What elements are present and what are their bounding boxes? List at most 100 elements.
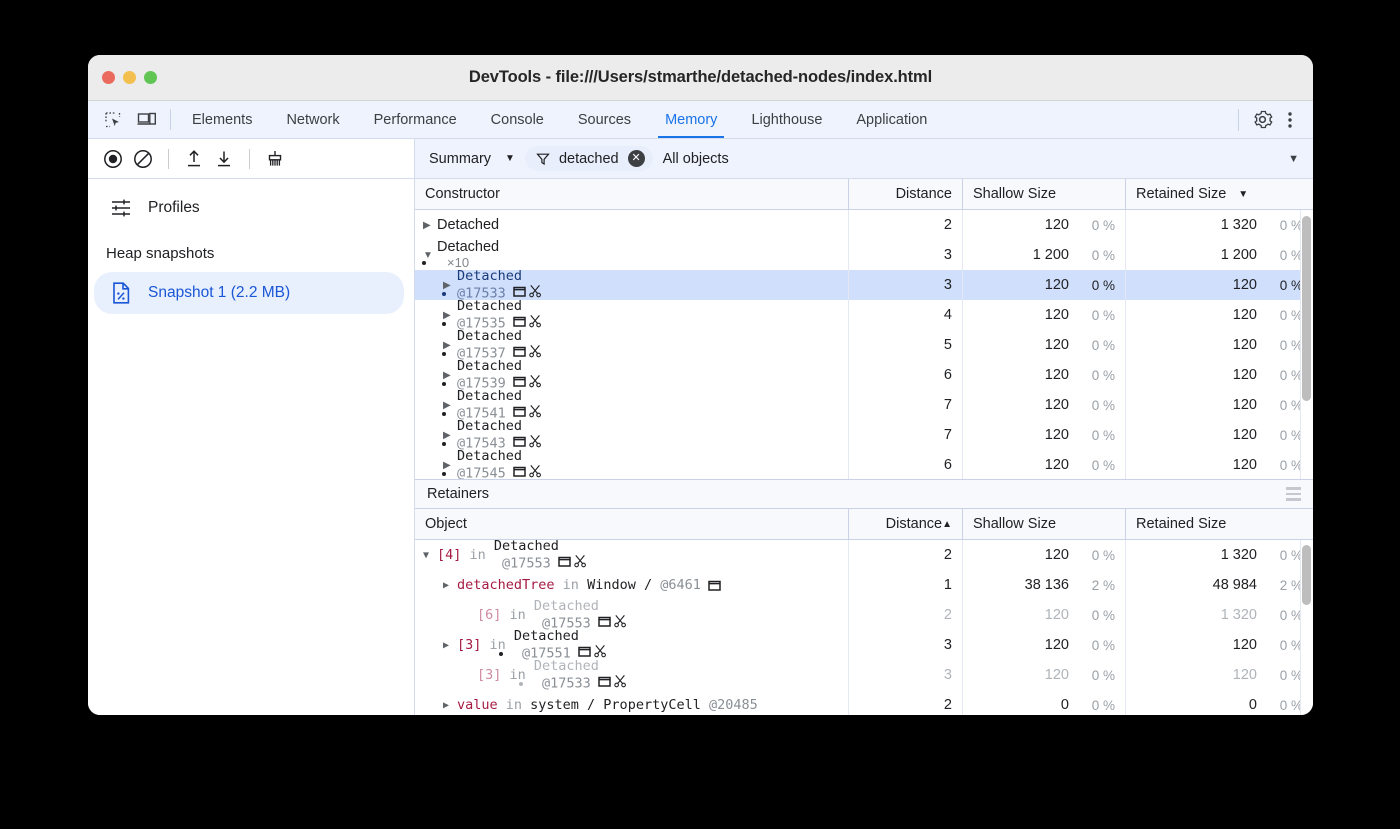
node-icon[interactable] bbox=[513, 375, 526, 388]
node-icon[interactable] bbox=[558, 555, 571, 568]
cell-object[interactable]: [6] in Detached @17553 bbox=[415, 600, 848, 630]
table-row[interactable]: ▼Detached ×1031 2000 %1 2000 % bbox=[415, 240, 1313, 270]
table-row[interactable]: ▶Detached @1754561200 %1200 % bbox=[415, 450, 1313, 479]
table-row[interactable]: [6] in Detached @1755321200 %1 3200 % bbox=[415, 600, 1313, 630]
retainers-menu-icon[interactable] bbox=[1286, 487, 1301, 501]
cell-object[interactable]: [3] in Detached @17533 bbox=[415, 660, 848, 690]
tab-network[interactable]: Network bbox=[269, 101, 356, 138]
node-icon[interactable] bbox=[513, 345, 526, 358]
scissors-icon[interactable] bbox=[574, 554, 587, 568]
tab-lighthouse[interactable]: Lighthouse bbox=[734, 101, 839, 138]
clear-filter-icon[interactable]: ✕ bbox=[628, 150, 645, 167]
expand-twisty-icon[interactable]: ▶ bbox=[443, 580, 457, 591]
scissors-icon[interactable] bbox=[529, 374, 542, 388]
cell-object[interactable]: ▶detachedTree in Window / @6461 bbox=[415, 570, 848, 600]
node-icon[interactable] bbox=[513, 405, 526, 418]
node-icon[interactable] bbox=[513, 285, 526, 298]
cell-object[interactable]: ▶value in system / PropertyCell @20485 bbox=[415, 690, 848, 715]
expand-twisty-icon[interactable]: ▶ bbox=[443, 700, 457, 711]
load-profile-icon[interactable] bbox=[181, 146, 207, 172]
scissors-icon[interactable] bbox=[529, 434, 542, 448]
retainers-scrollbar[interactable] bbox=[1302, 542, 1311, 713]
scissors-icon[interactable] bbox=[529, 464, 542, 478]
chevron-down-icon[interactable]: ▼ bbox=[1288, 153, 1299, 165]
scissors-icon[interactable] bbox=[529, 344, 542, 358]
node-icon[interactable] bbox=[598, 675, 611, 688]
column-header-distance[interactable]: Distance ▲ bbox=[848, 509, 962, 539]
table-row[interactable]: ▶Detached @1753331200 %1200 % bbox=[415, 270, 1313, 300]
class-filter-pill[interactable]: detached ✕ bbox=[525, 146, 653, 171]
table-row[interactable]: ▶Detached @1753961200 %1200 % bbox=[415, 360, 1313, 390]
sidebar-item-profiles[interactable]: Profiles bbox=[88, 187, 414, 229]
table-row[interactable]: ▶Detached @1754371200 %1200 % bbox=[415, 420, 1313, 450]
device-toolbar-icon[interactable] bbox=[134, 107, 160, 133]
cell-constructor[interactable]: ▶Detached @17535 bbox=[415, 300, 848, 330]
cell-shallow-size: 00 % bbox=[962, 690, 1125, 715]
table-row[interactable]: ▶Detached @1754171200 %1200 % bbox=[415, 390, 1313, 420]
cell-constructor[interactable]: ▶Detached @17533 bbox=[415, 270, 848, 300]
clear-icon[interactable] bbox=[130, 146, 156, 172]
node-icon[interactable] bbox=[513, 315, 526, 328]
scissors-icon[interactable] bbox=[614, 674, 627, 688]
cell-constructor[interactable]: ▶Detached @17539 bbox=[415, 360, 848, 390]
column-header-retained-size[interactable]: Retained Size ▼ bbox=[1125, 179, 1313, 209]
cell-distance: 7 bbox=[848, 390, 962, 420]
cell-constructor[interactable]: ▶Detached @17545 bbox=[415, 450, 848, 479]
inspect-element-icon[interactable] bbox=[100, 107, 126, 133]
scissors-icon[interactable] bbox=[529, 314, 542, 328]
node-icon[interactable] bbox=[578, 645, 591, 658]
column-header-object[interactable]: Object bbox=[415, 509, 848, 539]
settings-gear-icon[interactable] bbox=[1249, 107, 1275, 133]
cell-object[interactable]: ▶[3] in Detached @17551 bbox=[415, 630, 848, 660]
scissors-icon[interactable] bbox=[594, 644, 607, 658]
table-row[interactable]: ▶value in system / PropertyCell @2048520… bbox=[415, 690, 1313, 715]
retainers-scroll-thumb[interactable] bbox=[1302, 545, 1311, 605]
table-row[interactable]: [3] in Detached @1753331200 %1200 % bbox=[415, 660, 1313, 690]
table-row[interactable]: ▶[3] in Detached @1755131200 %1200 % bbox=[415, 630, 1313, 660]
column-header-shallow-size[interactable]: Shallow Size bbox=[962, 179, 1125, 209]
tab-memory[interactable]: Memory bbox=[648, 101, 734, 138]
shallow-size-percent: 0 % bbox=[1069, 248, 1115, 263]
cell-object[interactable]: ▼[4] in Detached @17553 bbox=[415, 540, 848, 570]
node-icon[interactable] bbox=[513, 465, 526, 478]
cell-constructor[interactable]: ▶Detached @17543 bbox=[415, 420, 848, 450]
node-icon[interactable] bbox=[708, 579, 721, 592]
constructors-scroll-thumb[interactable] bbox=[1302, 216, 1311, 401]
retainer-type: Detached @17553 bbox=[534, 598, 627, 632]
column-header-constructor[interactable]: Constructor bbox=[415, 179, 848, 209]
tab-elements[interactable]: Elements bbox=[175, 101, 269, 138]
scissors-icon[interactable] bbox=[529, 284, 542, 298]
view-select[interactable]: Summary ▼ bbox=[429, 151, 515, 167]
cell-constructor[interactable]: ▶Detached @17537 bbox=[415, 330, 848, 360]
tab-application[interactable]: Application bbox=[839, 101, 944, 138]
tab-sources[interactable]: Sources bbox=[561, 101, 648, 138]
sidebar-item-snapshot-1[interactable]: Snapshot 1 (2.2 MB) bbox=[94, 272, 404, 314]
cell-distance: 2 bbox=[848, 690, 962, 715]
cell-constructor[interactable]: ▼Detached ×10 bbox=[415, 240, 848, 270]
scissors-icon[interactable] bbox=[529, 404, 542, 418]
column-header-retained-size[interactable]: Retained Size bbox=[1125, 509, 1313, 539]
collect-garbage-icon[interactable] bbox=[262, 146, 288, 172]
expand-twisty-icon[interactable]: ▶ bbox=[443, 640, 457, 651]
table-row[interactable]: ▼[4] in Detached @1755321200 %1 3200 % bbox=[415, 540, 1313, 570]
column-header-shallow-size[interactable]: Shallow Size bbox=[962, 509, 1125, 539]
table-row[interactable]: ▶Detached 21200 %1 3200 % bbox=[415, 210, 1313, 240]
table-row[interactable]: ▶Detached @1753541200 %1200 % bbox=[415, 300, 1313, 330]
column-header-distance[interactable]: Distance bbox=[848, 179, 962, 209]
record-heap-snapshot-icon[interactable] bbox=[100, 146, 126, 172]
cell-constructor[interactable]: ▶Detached bbox=[415, 210, 848, 240]
save-profile-icon[interactable] bbox=[211, 146, 237, 172]
cell-constructor[interactable]: ▶Detached @17541 bbox=[415, 390, 848, 420]
table-row[interactable]: ▶detachedTree in Window / @6461138 1362 … bbox=[415, 570, 1313, 600]
objects-select-value[interactable]: All objects bbox=[663, 151, 729, 167]
expand-twisty-icon[interactable]: ▼ bbox=[423, 550, 437, 561]
expand-twisty-icon[interactable]: ▶ bbox=[423, 220, 437, 231]
tab-performance[interactable]: Performance bbox=[357, 101, 474, 138]
table-row[interactable]: ▶Detached @1753751200 %1200 % bbox=[415, 330, 1313, 360]
node-icon[interactable] bbox=[513, 435, 526, 448]
more-options-icon[interactable] bbox=[1277, 107, 1303, 133]
tab-console[interactable]: Console bbox=[474, 101, 561, 138]
scissors-icon[interactable] bbox=[614, 614, 627, 628]
constructors-scrollbar[interactable] bbox=[1302, 212, 1311, 477]
node-icon[interactable] bbox=[598, 615, 611, 628]
